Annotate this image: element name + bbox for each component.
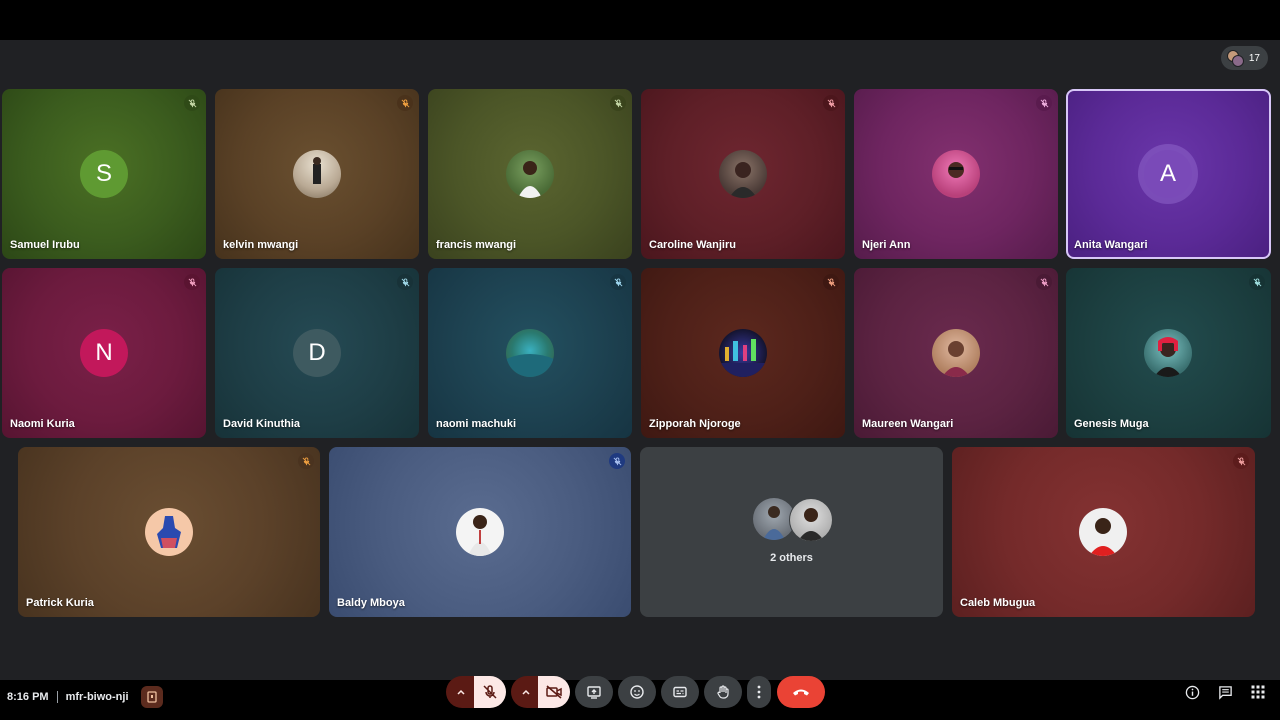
info-icon <box>1185 685 1199 699</box>
host-controls-icon[interactable] <box>140 686 163 708</box>
avatar: D <box>293 329 341 377</box>
participant-tile[interactable]: S Samuel Irubu <box>2 89 206 259</box>
raise-hand-button[interactable] <box>704 676 742 708</box>
participant-name: Anita Wangari <box>1074 239 1148 251</box>
profile-photo <box>1079 508 1127 556</box>
more-options-button[interactable] <box>747 676 771 708</box>
participants-chip[interactable]: 17 <box>1220 46 1268 70</box>
mic-off-icon <box>610 95 626 111</box>
present-screen-icon <box>587 686 601 699</box>
more-vert-icon <box>757 685 761 699</box>
participant-name: francis mwangi <box>436 239 517 251</box>
mic-off-icon <box>483 685 497 699</box>
participant-name: Njeri Ann <box>862 239 911 251</box>
participant-name: Zipporah Njoroge <box>649 418 741 430</box>
participant-count: 17 <box>1248 52 1260 64</box>
meeting-code: mfr-biwo-nji <box>65 691 129 703</box>
divider <box>56 691 58 703</box>
participant-tile[interactable]: Caleb Mbugua <box>952 447 1255 617</box>
clock-time: 8:16 PM <box>7 691 49 703</box>
profile-photo <box>506 150 554 198</box>
end-call-icon <box>793 689 809 696</box>
participant-tile[interactable]: Maureen Wangari <box>854 268 1058 438</box>
participant-tile-speaking[interactable]: A Anita Wangari <box>1066 89 1271 259</box>
participant-tile[interactable]: kelvin mwangi <box>215 89 419 259</box>
meeting-details-button[interactable] <box>1184 684 1200 700</box>
side-panel-buttons <box>1184 684 1266 700</box>
mic-off-icon <box>184 95 200 111</box>
chevron-up-icon <box>522 689 530 695</box>
audio-options-button[interactable] <box>446 676 476 708</box>
profile-photo <box>456 508 504 556</box>
participant-name: David Kinuthia <box>223 418 301 430</box>
participant-tile[interactable]: D David Kinuthia <box>215 268 419 438</box>
participant-tile[interactable]: Patrick Kuria <box>18 447 320 617</box>
profile-photo <box>293 150 341 198</box>
participant-tile[interactable]: N Naomi Kuria <box>2 268 206 438</box>
emoji-icon <box>630 685 644 699</box>
avatar: A <box>1144 150 1192 198</box>
others-label: 2 others <box>770 552 813 564</box>
meeting-info: 8:16 PM mfr-biwo-nji <box>7 686 163 708</box>
captions-button[interactable] <box>661 676 699 708</box>
mic-off-icon <box>397 274 413 290</box>
mic-off-icon <box>1036 274 1052 290</box>
mic-off-icon <box>1036 95 1052 111</box>
participant-name: Baldy Mboya <box>337 597 405 609</box>
chat-icon <box>1218 685 1232 700</box>
participant-tile[interactable]: Baldy Mboya <box>329 447 631 617</box>
participant-tile[interactable]: Njeri Ann <box>854 89 1058 259</box>
mic-off-icon <box>609 453 625 469</box>
activities-button[interactable] <box>1250 684 1266 700</box>
mic-off-icon <box>610 274 626 290</box>
profile-photo <box>719 150 767 198</box>
participant-name: Naomi Kuria <box>10 418 75 430</box>
captions-icon <box>673 686 687 698</box>
participant-name: Patrick Kuria <box>26 597 94 609</box>
present-button[interactable] <box>575 676 613 708</box>
camera-toggle-button[interactable] <box>538 676 570 708</box>
mic-off-icon <box>298 453 314 469</box>
participant-tile[interactable]: francis mwangi <box>428 89 632 259</box>
avatar: S <box>80 150 128 198</box>
participant-name: naomi machuki <box>436 418 517 430</box>
participant-tile[interactable]: Caroline Wanjiru <box>641 89 845 259</box>
profile-photo <box>719 329 767 377</box>
participant-name: Samuel Irubu <box>10 239 80 251</box>
apps-grid-icon <box>1251 685 1265 699</box>
profile-photo <box>932 329 980 377</box>
reactions-button[interactable] <box>618 676 656 708</box>
profile-photo <box>506 329 554 377</box>
hand-icon <box>717 685 729 699</box>
participant-tile[interactable]: Genesis Muga <box>1066 268 1271 438</box>
profile-photo <box>789 498 833 542</box>
participant-name: kelvin mwangi <box>223 239 299 251</box>
mic-off-icon <box>397 95 413 111</box>
meeting-stage: 17 S Samuel Irubu kelvin mwangi francis … <box>0 40 1280 708</box>
mic-toggle-button[interactable] <box>474 676 506 708</box>
avatar: N <box>80 329 128 377</box>
participant-name: Genesis Muga <box>1074 418 1149 430</box>
leave-call-button[interactable] <box>777 676 825 708</box>
participant-name: Caroline Wanjiru <box>649 239 736 251</box>
video-options-button[interactable] <box>511 676 541 708</box>
chevron-up-icon <box>457 689 465 695</box>
chat-button[interactable] <box>1217 684 1233 700</box>
mic-off-icon <box>184 274 200 290</box>
participant-name: Maureen Wangari <box>862 418 954 430</box>
participant-name: Caleb Mbugua <box>960 597 1036 609</box>
mic-off-icon <box>1233 453 1249 469</box>
profile-photo <box>932 150 980 198</box>
mic-off-icon <box>823 274 839 290</box>
camera-off-icon <box>546 685 562 699</box>
profile-photo <box>1144 329 1192 377</box>
participant-avatars-icon <box>1226 50 1244 67</box>
control-bar: 8:16 PM mfr-biwo-nji <box>0 676 1280 710</box>
others-tile[interactable]: 2 others <box>640 447 943 617</box>
mic-off-icon <box>1249 274 1265 290</box>
participant-tile[interactable]: naomi machuki <box>428 268 632 438</box>
participant-tile[interactable]: Zipporah Njoroge <box>641 268 845 438</box>
profile-photo <box>145 508 193 556</box>
mic-off-icon <box>823 95 839 111</box>
